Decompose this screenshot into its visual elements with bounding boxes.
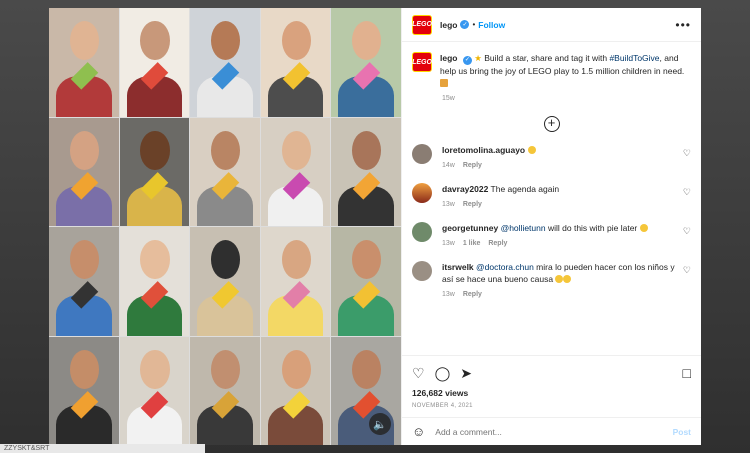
reply-button[interactable]: Reply — [463, 162, 482, 169]
comment-text: will do this with pie later — [545, 222, 638, 233]
comment-body: loretomolina.aguayo 14w Reply — [442, 144, 677, 169]
comments-list[interactable]: LEGO lego ✓ ★ Build a star, share and ta… — [402, 42, 701, 355]
video-tile — [260, 117, 331, 226]
author-username[interactable]: lego — [440, 20, 457, 30]
commenter-avatar[interactable] — [412, 260, 432, 281]
video-tile — [331, 117, 401, 226]
commenter-username[interactable]: loretomolina.aguayo — [442, 145, 525, 155]
more-options-icon[interactable]: ••• — [675, 18, 691, 32]
post-comment-button[interactable]: Post — [673, 427, 691, 437]
commenter-avatar[interactable] — [412, 143, 432, 164]
like-comment-heart-icon[interactable]: ♡ — [683, 265, 691, 276]
commenter-avatar[interactable] — [412, 221, 432, 242]
mention-link[interactable]: @hollietunn — [501, 223, 546, 233]
video-tile — [49, 8, 119, 117]
like-heart-icon[interactable]: ♡ — [412, 365, 425, 382]
star-emoji-icon: ★ — [474, 53, 482, 63]
comment-body: georgetunney @hollietunn will do this wi… — [442, 222, 677, 247]
gift-emoji-icon — [440, 79, 448, 88]
likes-count[interactable]: 1 like — [463, 240, 481, 247]
comment-item: davray2022 The agenda again 13w Reply ♡ — [412, 182, 691, 208]
browser-status-strip: ZZYSKT&SRT — [0, 444, 205, 453]
video-tile — [190, 117, 260, 226]
post-header: LEGO lego ✓ • Follow ••• — [402, 8, 701, 42]
video-tile — [260, 336, 331, 445]
emoji-picker-icon[interactable]: ☺ — [412, 424, 425, 439]
video-tile — [119, 117, 190, 226]
lego-avatar[interactable]: LEGO — [412, 52, 432, 72]
emoji-icon — [555, 275, 564, 284]
comment-body: davray2022 The agenda again 13w Reply — [442, 183, 677, 208]
commenter-username[interactable]: davray2022 — [442, 184, 488, 194]
post-actions: ♡ ◯ ➤ □ 126,682 views NOVEMBER 4, 2021 — [402, 355, 701, 409]
caption-time: 15w — [442, 94, 455, 102]
comment-time: 14w — [442, 161, 455, 169]
mute-toggle-icon[interactable]: 🔈 — [369, 413, 391, 435]
video-tile — [331, 336, 401, 445]
like-comment-heart-icon[interactable]: ♡ — [683, 187, 691, 198]
plus-circle-icon[interactable]: + — [543, 115, 560, 132]
video-tile — [331, 227, 401, 336]
like-comment-heart-icon[interactable]: ♡ — [683, 226, 691, 237]
lego-avatar[interactable]: LEGO — [412, 14, 432, 35]
commenter-avatar[interactable] — [412, 182, 432, 203]
add-comment-bar: ☺ Post — [402, 417, 701, 445]
video-grid — [49, 8, 401, 445]
video-tile — [49, 227, 119, 336]
video-tile — [119, 8, 190, 117]
video-tile — [49, 336, 119, 445]
load-more-comments: + — [412, 115, 691, 132]
verified-badge-icon: ✓ — [460, 20, 470, 29]
reply-button[interactable]: Reply — [463, 201, 482, 208]
comment-text: The agenda again — [490, 183, 560, 194]
reply-button[interactable]: Reply — [488, 240, 507, 247]
comment-time: 13w — [442, 290, 455, 298]
view-count[interactable]: 126,682 views — [412, 388, 691, 398]
comment-item: itsrwelk @doctora.chun mira lo pueden ha… — [412, 260, 691, 298]
separator-dot: • — [472, 20, 476, 29]
comment-item: loretomolina.aguayo 14w Reply ♡ — [412, 143, 691, 169]
commenter-username[interactable]: itsrwelk — [442, 262, 474, 272]
video-tile — [260, 227, 331, 336]
post-sidebar: LEGO lego ✓ • Follow ••• LEGO lego ✓ ★ B… — [401, 8, 701, 445]
video-tile — [119, 227, 190, 336]
video-tile — [49, 117, 119, 226]
video-tile — [119, 336, 190, 445]
like-comment-heart-icon[interactable]: ♡ — [683, 148, 691, 159]
video-tile — [190, 336, 260, 445]
video-tile — [260, 8, 331, 117]
share-send-icon[interactable]: ➤ — [460, 365, 472, 382]
comment-time: 13w — [442, 200, 455, 208]
post-caption: LEGO lego ✓ ★ Build a star, share and ta… — [412, 52, 691, 89]
emoji-icon — [639, 224, 648, 233]
caption-username[interactable]: lego — [440, 53, 457, 63]
video-tile — [190, 8, 260, 117]
comment-bubble-icon[interactable]: ◯ — [435, 365, 451, 382]
save-bookmark-icon[interactable]: □ — [683, 365, 691, 381]
reply-button[interactable]: Reply — [463, 291, 482, 298]
action-bar: ♡ ◯ ➤ □ — [412, 362, 691, 384]
mention-link[interactable]: @doctora.chun — [476, 262, 534, 272]
comment-input[interactable] — [435, 426, 673, 437]
video-tile — [331, 8, 401, 117]
hashtag-link[interactable]: #BuildToGive — [609, 53, 659, 63]
comment-item: georgetunney @hollietunn will do this wi… — [412, 221, 691, 247]
post-video[interactable]: 🔈 — [49, 8, 401, 445]
verified-badge-icon: ✓ — [462, 55, 472, 65]
emoji-icon — [527, 146, 536, 155]
commenter-username[interactable]: georgetunney — [442, 223, 498, 233]
comment-time: 13w — [442, 239, 455, 247]
post-date: NOVEMBER 4, 2021 — [412, 403, 473, 409]
caption-body: Build a star, share and tag it with — [484, 53, 610, 63]
video-tile — [190, 227, 260, 336]
comment-body: itsrwelk @doctora.chun mira lo pueden ha… — [442, 261, 677, 298]
post-modal: 🔈 LEGO lego ✓ • Follow ••• LEGO lego ✓ ★… — [49, 8, 701, 445]
emoji-icon — [563, 275, 572, 284]
caption-text: lego ✓ ★ Build a star, share and tag it … — [440, 52, 691, 89]
follow-button[interactable]: Follow — [478, 20, 505, 30]
